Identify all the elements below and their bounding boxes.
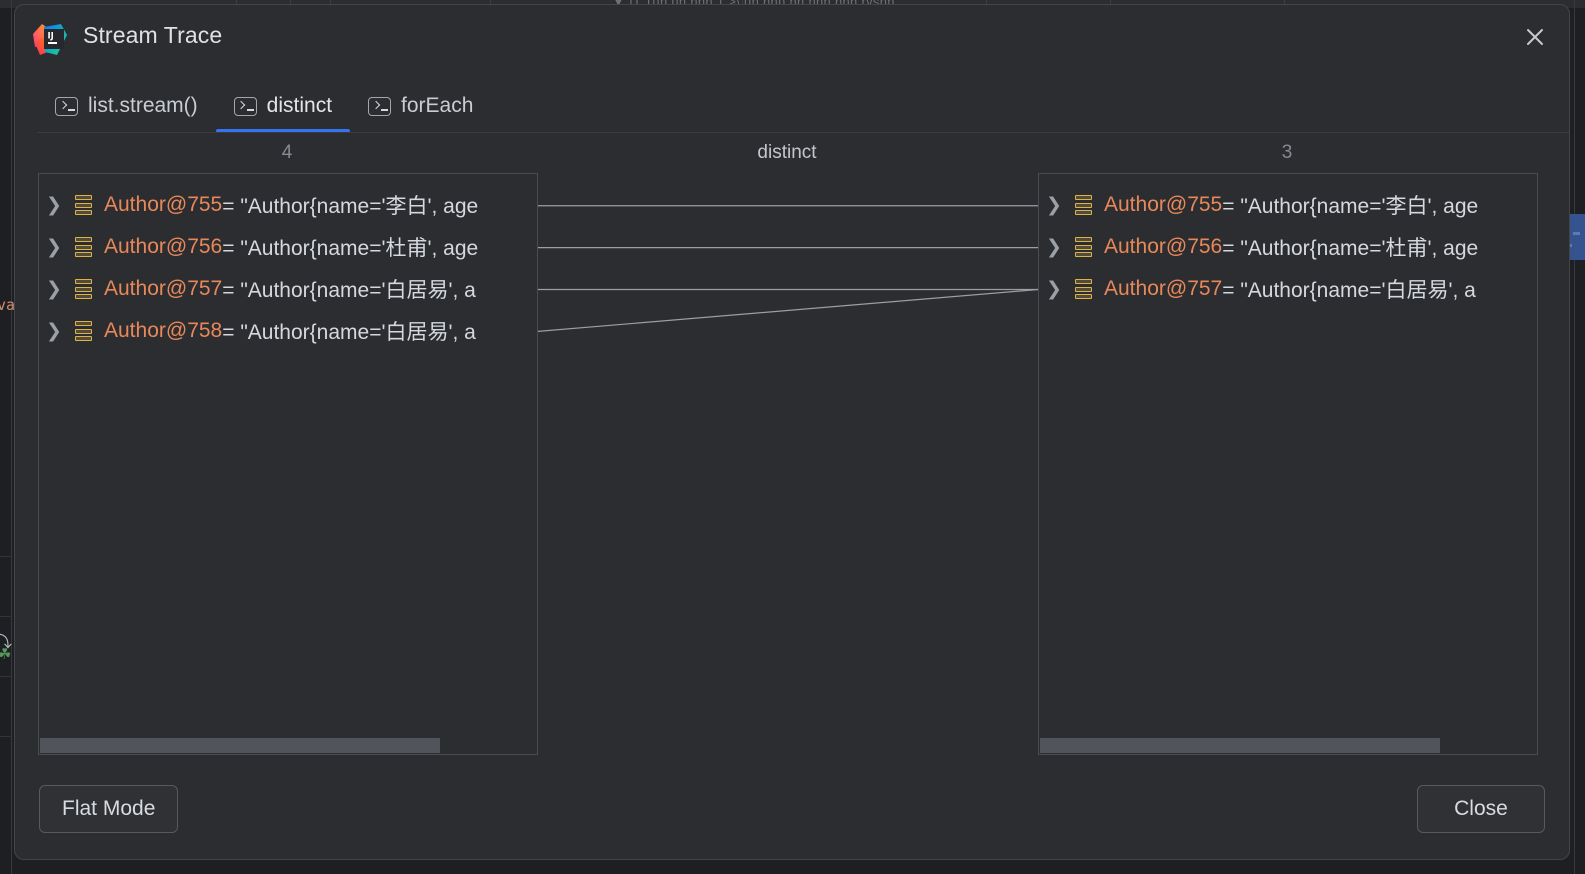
page-title: Stream Trace bbox=[83, 22, 223, 48]
chevron-right-icon[interactable]: ❯ bbox=[1039, 280, 1069, 299]
horizontal-scrollbar[interactable] bbox=[40, 738, 536, 753]
run-bean-icon: ☘ bbox=[0, 646, 12, 663]
stream-trace-dialog: IJ Stream Trace list.stream() distinct f… bbox=[14, 4, 1570, 860]
terminal-icon bbox=[368, 96, 392, 116]
chevron-right-icon[interactable]: ❯ bbox=[1039, 238, 1069, 257]
background-code-fragment: va bbox=[0, 296, 16, 314]
tab-distinct[interactable]: distinct bbox=[215, 79, 351, 133]
object-value: = "Author{name='杜甫', age bbox=[222, 237, 479, 260]
object-value: = "Author{name='李白', age bbox=[1222, 195, 1479, 218]
object-reference: Author@756 bbox=[104, 235, 223, 258]
dialog-titlebar: IJ Stream Trace bbox=[15, 5, 1569, 71]
before-values-panel[interactable]: ❯ Author@755 = "Author{name='李白', age ❯ … bbox=[38, 173, 538, 755]
object-reference: Author@758 bbox=[104, 319, 223, 342]
background-gutter-line bbox=[1574, 0, 1575, 874]
intellij-idea-logo: IJ bbox=[31, 21, 69, 59]
tab-list-stream[interactable]: list.stream() bbox=[37, 79, 216, 133]
object-reference: Author@755 bbox=[104, 193, 223, 216]
tab-label: distinct bbox=[266, 94, 333, 117]
after-count-label: 3 bbox=[1281, 142, 1293, 163]
object-instance-icon bbox=[75, 321, 92, 341]
list-item[interactable]: ❯ Author@757 = "Author{name='白居易', a bbox=[39, 268, 476, 310]
object-instance-icon bbox=[75, 195, 92, 215]
chevron-right-icon[interactable]: ❯ bbox=[1039, 196, 1069, 215]
object-instance-icon bbox=[75, 237, 92, 257]
tab-foreach[interactable]: forEach bbox=[350, 79, 491, 133]
horizontal-scrollbar[interactable] bbox=[1040, 738, 1536, 753]
operation-label: distinct bbox=[757, 142, 817, 163]
terminal-icon bbox=[55, 96, 78, 116]
chevron-right-icon[interactable]: ❯ bbox=[39, 322, 69, 341]
object-reference: Author@755 bbox=[1104, 193, 1223, 216]
chevron-right-icon[interactable]: ❯ bbox=[39, 280, 69, 299]
object-value: = "Author{name='李白', age bbox=[222, 195, 479, 218]
object-value: = "Author{name='白居易', a bbox=[1222, 279, 1476, 302]
before-count-label: 4 bbox=[281, 142, 293, 163]
chevron-right-icon[interactable]: ❯ bbox=[39, 238, 69, 257]
object-instance-icon bbox=[1075, 237, 1092, 257]
object-instance-icon bbox=[1075, 195, 1092, 215]
object-reference: Author@757 bbox=[1104, 277, 1223, 300]
list-item[interactable]: ❯ Author@757 = "Author{name='白居易', a bbox=[1039, 268, 1476, 310]
background-separator bbox=[0, 556, 12, 557]
dialog-footer: Flat Mode Close bbox=[15, 763, 1569, 859]
trace-stage: 4 distinct 3 ❯ Author@755 = "Author{name… bbox=[15, 133, 1569, 763]
scrollbar-thumb[interactable] bbox=[40, 738, 440, 753]
tab-label: forEach bbox=[401, 94, 474, 117]
after-values-panel[interactable]: ❯ Author@755 = "Author{name='李白', age ❯ … bbox=[1038, 173, 1538, 755]
flat-mode-button[interactable]: Flat Mode bbox=[39, 785, 179, 833]
list-item[interactable]: ❯ Author@758 = "Author{name='白居易', a bbox=[39, 310, 476, 352]
tab-label: list.stream() bbox=[88, 94, 198, 117]
close-button[interactable]: Close bbox=[1417, 785, 1545, 833]
background-gutter-line bbox=[11, 0, 12, 874]
background-separator bbox=[0, 676, 12, 677]
close-icon[interactable] bbox=[1518, 20, 1552, 54]
background-separator bbox=[0, 736, 12, 737]
object-value: = "Author{name='白居易', a bbox=[222, 321, 476, 344]
object-value: = "Author{name='杜甫', age bbox=[1222, 237, 1479, 260]
list-item[interactable]: ❯ Author@755 = "Author{name='李白', age bbox=[1039, 184, 1478, 226]
object-value: = "Author{name='白居易', a bbox=[222, 279, 476, 302]
list-item[interactable]: ❯ Author@756 = "Author{name='杜甫', age bbox=[39, 226, 478, 268]
object-reference: Author@756 bbox=[1104, 235, 1223, 258]
stream-chain-tabs: list.stream() distinct forEach bbox=[37, 79, 491, 133]
object-instance-icon bbox=[75, 279, 92, 299]
terminal-icon bbox=[233, 96, 257, 116]
chevron-right-icon[interactable]: ❯ bbox=[39, 196, 69, 215]
background-separator bbox=[0, 616, 12, 617]
list-item[interactable]: ❯ Author@755 = "Author{name='李白', age bbox=[39, 184, 478, 226]
svg-text:IJ: IJ bbox=[48, 32, 54, 42]
list-item[interactable]: ❯ Author@756 = "Author{name='杜甫', age bbox=[1039, 226, 1478, 268]
scrollbar-thumb[interactable] bbox=[1040, 738, 1440, 753]
object-reference: Author@757 bbox=[104, 277, 223, 300]
object-instance-icon bbox=[1075, 279, 1092, 299]
